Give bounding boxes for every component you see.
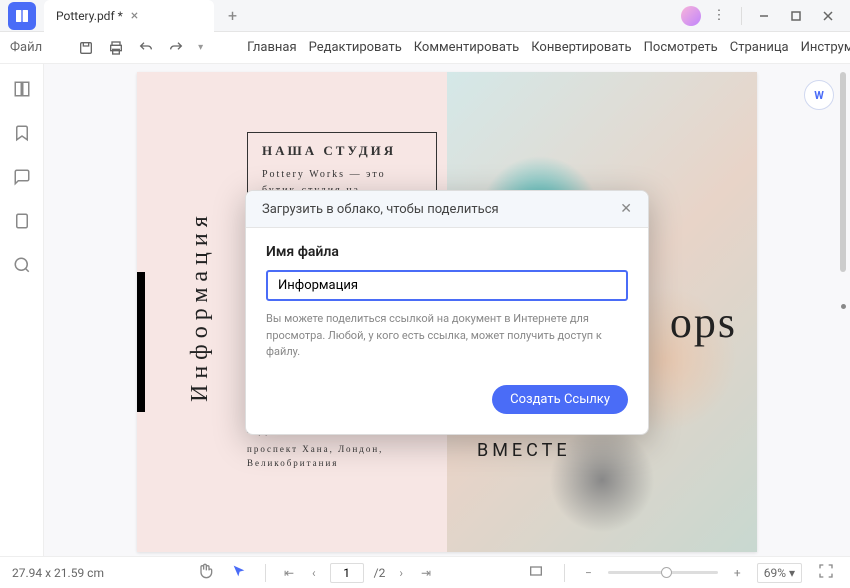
maximize-icon[interactable] xyxy=(782,2,810,30)
select-tool-icon[interactable] xyxy=(227,563,251,582)
menu-comment[interactable]: Комментировать xyxy=(414,40,519,55)
filename-input[interactable] xyxy=(266,270,628,301)
menu-home[interactable]: Главная xyxy=(247,40,296,55)
undo-icon[interactable] xyxy=(138,40,154,56)
fullscreen-icon[interactable] xyxy=(814,563,838,582)
page-total: /2 xyxy=(374,566,386,580)
menu-convert[interactable]: Конвертировать xyxy=(531,40,631,55)
print-icon[interactable] xyxy=(108,40,124,56)
comment-icon[interactable] xyxy=(13,168,31,190)
dropdown-icon[interactable]: ▾ xyxy=(198,42,203,53)
menu-page[interactable]: Страница xyxy=(730,40,789,55)
hand-tool-icon[interactable] xyxy=(193,563,217,582)
zoom-slider[interactable] xyxy=(608,571,718,574)
app-logo[interactable] xyxy=(8,2,36,30)
titlebar: Pottery.pdf * × + ⋮ xyxy=(0,0,850,32)
share-modal: Загрузить в облако, чтобы поделиться ✕ И… xyxy=(245,190,649,435)
main-area: Информация НАША СТУДИЯ Pottery Works — э… xyxy=(0,64,850,556)
page-number-input[interactable] xyxy=(330,563,364,583)
fit-width-icon[interactable] xyxy=(524,563,548,582)
tab-title: Pottery.pdf * xyxy=(56,9,123,23)
first-page-icon[interactable]: ⇤ xyxy=(280,566,298,580)
create-link-button[interactable]: Создать Ссылку xyxy=(492,385,628,414)
menu-view[interactable]: Посмотреть xyxy=(644,40,718,55)
prev-page-icon[interactable]: ‹ xyxy=(308,566,320,580)
document-canvas[interactable]: Информация НАША СТУДИЯ Pottery Works — э… xyxy=(44,64,850,556)
last-page-icon[interactable]: ⇥ xyxy=(417,566,435,580)
file-menu[interactable]: Файл xyxy=(10,40,42,55)
close-icon[interactable]: × xyxy=(131,8,138,24)
avatar[interactable] xyxy=(681,6,701,26)
save-icon[interactable] xyxy=(78,40,94,56)
new-tab-button[interactable]: + xyxy=(222,6,243,25)
document-tab[interactable]: Pottery.pdf * × xyxy=(44,0,214,32)
sidebar xyxy=(0,64,44,556)
zoom-out-icon[interactable]: − xyxy=(581,566,596,580)
minimize-icon[interactable] xyxy=(750,2,778,30)
modal-header: Загрузить в облако, чтобы поделиться ✕ xyxy=(246,191,648,228)
more-icon[interactable]: ⋮ xyxy=(705,2,733,30)
thumbnails-icon[interactable] xyxy=(13,80,31,102)
zoom-in-icon[interactable]: + xyxy=(730,566,745,580)
menu-edit[interactable]: Редактировать xyxy=(309,40,402,55)
close-window-icon[interactable] xyxy=(814,2,842,30)
search-icon[interactable] xyxy=(13,256,31,278)
menu-tools[interactable]: Инструменты xyxy=(801,40,850,55)
toolbar: Файл ▾ Главная Редактировать Комментиров… xyxy=(0,32,850,64)
attachment-icon[interactable] xyxy=(13,212,31,234)
main-menu: Главная Редактировать Комментировать Кон… xyxy=(247,40,850,55)
redo-icon[interactable] xyxy=(168,40,184,56)
next-page-icon[interactable]: › xyxy=(395,566,407,580)
modal-close-icon[interactable]: ✕ xyxy=(620,201,632,217)
modal-title: Загрузить в облако, чтобы поделиться xyxy=(262,202,499,217)
zoom-percentage[interactable]: 69% ▾ xyxy=(757,563,802,583)
page-dimensions: 27.94 x 21.59 cm xyxy=(12,566,104,580)
modal-backdrop: Загрузить в облако, чтобы поделиться ✕ И… xyxy=(44,64,850,556)
modal-help-text: Вы можете поделиться ссылкой на документ… xyxy=(266,311,628,361)
bookmark-icon[interactable] xyxy=(13,124,31,146)
filename-label: Имя файла xyxy=(266,244,628,260)
statusbar: 27.94 x 21.59 cm ⇤ ‹ /2 › ⇥ − + 69% ▾ xyxy=(0,556,850,588)
